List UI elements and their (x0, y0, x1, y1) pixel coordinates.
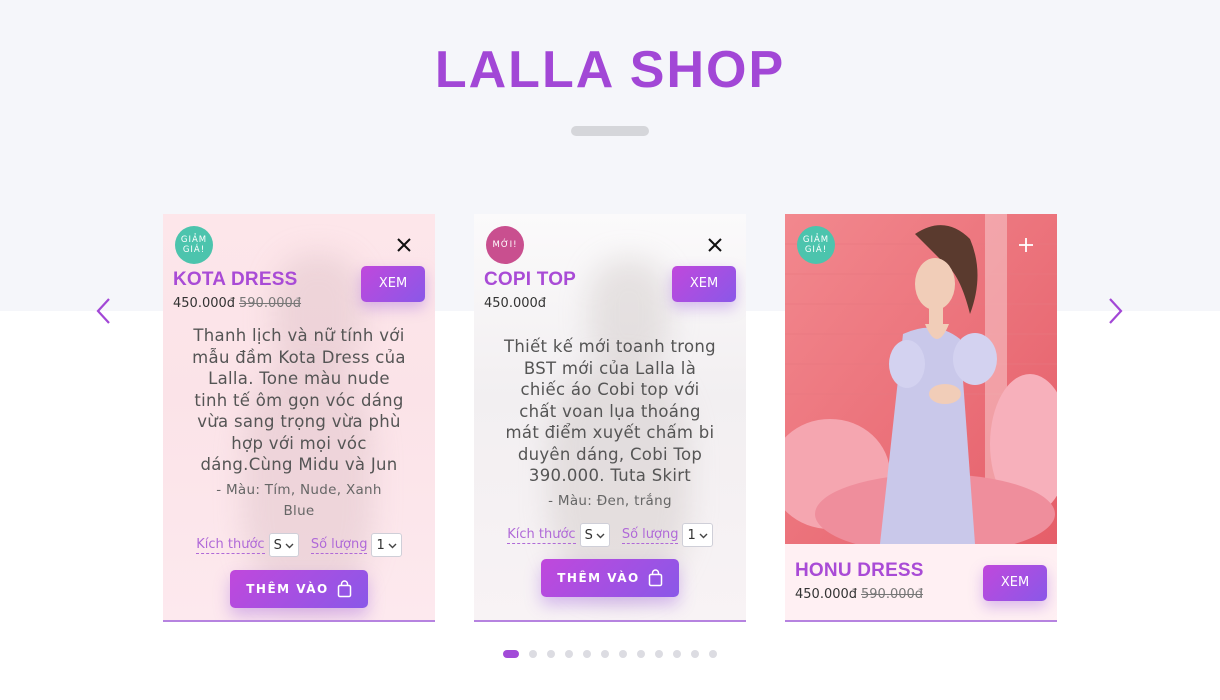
size-value: S (584, 527, 593, 543)
product-photo[interactable] (785, 214, 1057, 544)
product-description: Thiết kế mới toanh trong BST mới của Lal… (504, 337, 716, 485)
product-card-kota-dress: GIẢM GIÁ! KOTA DRESS 450.000đ 590.000đ XE… (163, 214, 435, 622)
chevron-down-icon (388, 543, 397, 548)
product-name: HONU DRESS (795, 560, 924, 581)
chevron-down-icon (596, 533, 605, 538)
carousel-dot[interactable] (529, 650, 537, 658)
color-options-text: - Màu: Đen, trắng (548, 493, 672, 509)
quantity-select[interactable]: 1 (371, 533, 402, 557)
old-price: 590.000đ (861, 587, 924, 602)
chevron-down-icon (285, 543, 294, 548)
color-options-text: - Màu: Tím, Nude, Xanh Blue (216, 482, 382, 519)
size-select[interactable]: S (268, 533, 299, 557)
current-price: 450.000đ (484, 296, 547, 311)
quantity-value: 1 (687, 527, 696, 543)
shopping-bag-icon (337, 580, 351, 598)
product-price: 450.000đ 590.000đ (173, 296, 301, 311)
shopping-bag-icon (648, 569, 662, 587)
size-label[interactable]: Kích thước (196, 537, 265, 554)
view-button[interactable]: XEM (983, 565, 1047, 601)
carousel-prev-arrow-icon[interactable] (94, 296, 114, 326)
sale-badge: GIẢM GIÁ! (175, 226, 213, 264)
product-card-honu-dress: GIẢM GIÁ! HONU DRESS 450.000đ 590.000đ XE… (785, 214, 1057, 622)
view-button[interactable]: XEM (361, 266, 425, 302)
shop-title: LALLA SHOP (434, 41, 786, 99)
quantity-select[interactable]: 1 (682, 523, 713, 547)
carousel-dot[interactable] (691, 650, 699, 658)
old-price: 590.000đ (239, 296, 302, 311)
carousel-dot[interactable] (673, 650, 681, 658)
carousel-pagination (0, 650, 1220, 658)
add-to-cart-label: THÊM VÀO (557, 571, 640, 585)
product-options-row: Kích thước S Số lượng 1 (163, 533, 435, 557)
close-icon[interactable] (706, 236, 724, 254)
close-icon[interactable] (395, 236, 413, 254)
add-to-cart-label: THÊM VÀO (246, 582, 329, 596)
add-to-cart-button[interactable]: THÊM VÀO (541, 559, 679, 597)
product-card-copi-top: MỚI! COPI TOP 450.000đ XEM Thiết kế mới … (474, 214, 746, 622)
quantity-value: 1 (376, 537, 385, 553)
carousel-dot[interactable] (583, 650, 591, 658)
sale-badge: GIẢM GIÁ! (797, 226, 835, 264)
add-to-cart-button[interactable]: THÊM VÀO (230, 570, 368, 608)
size-value: S (273, 537, 282, 553)
current-price: 450.000đ (173, 296, 236, 311)
size-label[interactable]: Kích thước (507, 527, 576, 544)
view-button[interactable]: XEM (672, 266, 736, 302)
quantity-label[interactable]: Số lượng (621, 527, 679, 544)
carousel-dot[interactable] (601, 650, 609, 658)
new-badge: MỚI! (486, 226, 524, 264)
product-price: 450.000đ (484, 296, 546, 311)
carousel-dot[interactable] (655, 650, 663, 658)
product-name: KOTA DRESS (173, 269, 298, 290)
carousel-dot[interactable] (619, 650, 627, 658)
product-price: 450.000đ 590.000đ (795, 587, 923, 602)
size-select[interactable]: S (579, 523, 610, 547)
title-divider (571, 126, 649, 136)
product-description: Thanh lịch và nữ tính với mẫu đầm Kota D… (192, 326, 406, 474)
quantity-label[interactable]: Số lượng (310, 537, 368, 554)
current-price: 450.000đ (795, 587, 858, 602)
product-options-row: Kích thước S Số lượng 1 (474, 523, 746, 547)
carousel-dot[interactable] (547, 650, 555, 658)
carousel-next-arrow-icon[interactable] (1105, 296, 1125, 326)
plus-icon[interactable] (1017, 236, 1035, 254)
carousel-dot[interactable] (503, 650, 519, 658)
carousel-dot[interactable] (637, 650, 645, 658)
product-name: COPI TOP (484, 269, 577, 290)
carousel-dot[interactable] (709, 650, 717, 658)
carousel-dot[interactable] (565, 650, 573, 658)
chevron-down-icon (699, 533, 708, 538)
